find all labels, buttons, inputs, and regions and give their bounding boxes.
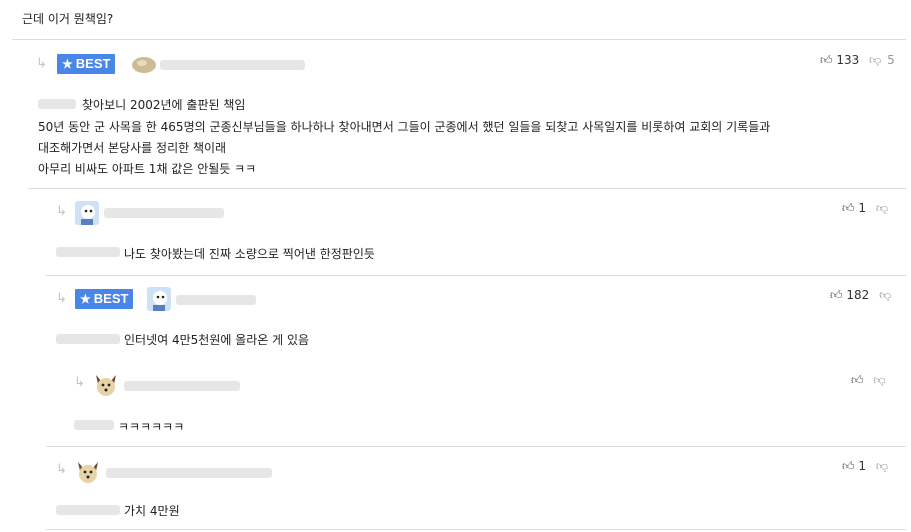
vote-box: 👍︎ 1 👎︎ [842,459,888,474]
vote-box: 👍︎ 182 👎︎ [830,288,891,303]
like-count: 182 [846,288,870,302]
username-hidden[interactable] [106,468,272,478]
reply-arrow-icon: ↳ [36,56,47,71]
thumbs-up-icon[interactable]: 👍︎ [851,373,864,387]
like-count: 1 [858,201,867,215]
thumbs-down-icon[interactable]: 👎︎ [876,201,888,215]
best-badge: ★ BEST [57,54,116,74]
username-hidden[interactable] [160,60,305,70]
thumbs-up-icon[interactable]: 👍︎ [830,288,843,302]
vote-box: 👍︎ 133 👎︎ 5 [820,53,895,68]
comment-text: 찾아보니 2002년에 출판된 책임 [82,98,246,112]
comment-text: 아무리 비싸도 아파트 1채 값은 안될듯 ㅋㅋ [38,162,257,176]
best-badge: ★ BEST [75,289,134,309]
star-icon: ★ [80,292,91,306]
thumbs-up-icon[interactable]: 👍︎ [842,459,855,473]
comment-text: 가치 4만원 [124,504,180,518]
avatar[interactable] [75,459,101,485]
star-icon: ★ [62,57,73,71]
username-hidden[interactable] [104,208,224,218]
thumbs-down-icon[interactable]: 👎︎ [873,373,885,387]
like-count: 133 [836,53,860,67]
comment-text: 50년 동안 군 사목을 한 465명의 군종신부님들을 하나하나 찾아내면서 … [38,120,771,134]
divider [46,275,906,276]
divider [46,446,906,447]
comment-text: ㅋㅋㅋㅋㅋㅋ [118,420,185,434]
vote-box: 👍︎ 1 👎︎ [842,201,888,216]
mention-hidden [56,247,120,257]
username-hidden[interactable] [176,295,256,305]
comment-text: 나도 찾아봤는데 진짜 소량으로 찍어낸 한정판인듯 [124,247,375,261]
reply-arrow-icon: ↳ [56,462,67,477]
divider [28,188,906,189]
divider [46,529,906,530]
dislike-count: 5 [887,53,895,67]
thumbs-up-icon[interactable]: 👍︎ [842,201,855,215]
mention-hidden [56,505,120,515]
avatar[interactable] [93,372,119,398]
avatar[interactable] [131,55,157,75]
comment-text: 대조해가면서 본당사를 정리한 책이래 [38,141,227,155]
thumbs-down-icon[interactable]: 👎︎ [879,288,891,302]
thumbs-down-icon[interactable]: 👎︎ [876,459,888,473]
avatar[interactable] [75,201,99,225]
mention-hidden [56,334,120,344]
vote-box: 👍︎ 👎︎ [851,373,886,388]
reply-arrow-icon: ↳ [74,375,85,390]
thumbs-down-icon[interactable]: 👎︎ [869,53,881,67]
mention-hidden [74,420,114,430]
thumbs-up-icon[interactable]: 👍︎ [820,53,833,67]
reply-arrow-icon: ↳ [56,291,67,306]
like-count: 1 [858,459,867,473]
username-hidden[interactable] [124,381,240,391]
mention-hidden [38,99,76,109]
divider [12,39,906,40]
comment-text: 인터넷여 4만5천원에 올라온 게 있음 [124,333,310,347]
reply-arrow-icon: ↳ [56,204,67,219]
post-question: 근데 이거 뭔책임? [22,12,114,26]
avatar[interactable] [147,287,171,311]
